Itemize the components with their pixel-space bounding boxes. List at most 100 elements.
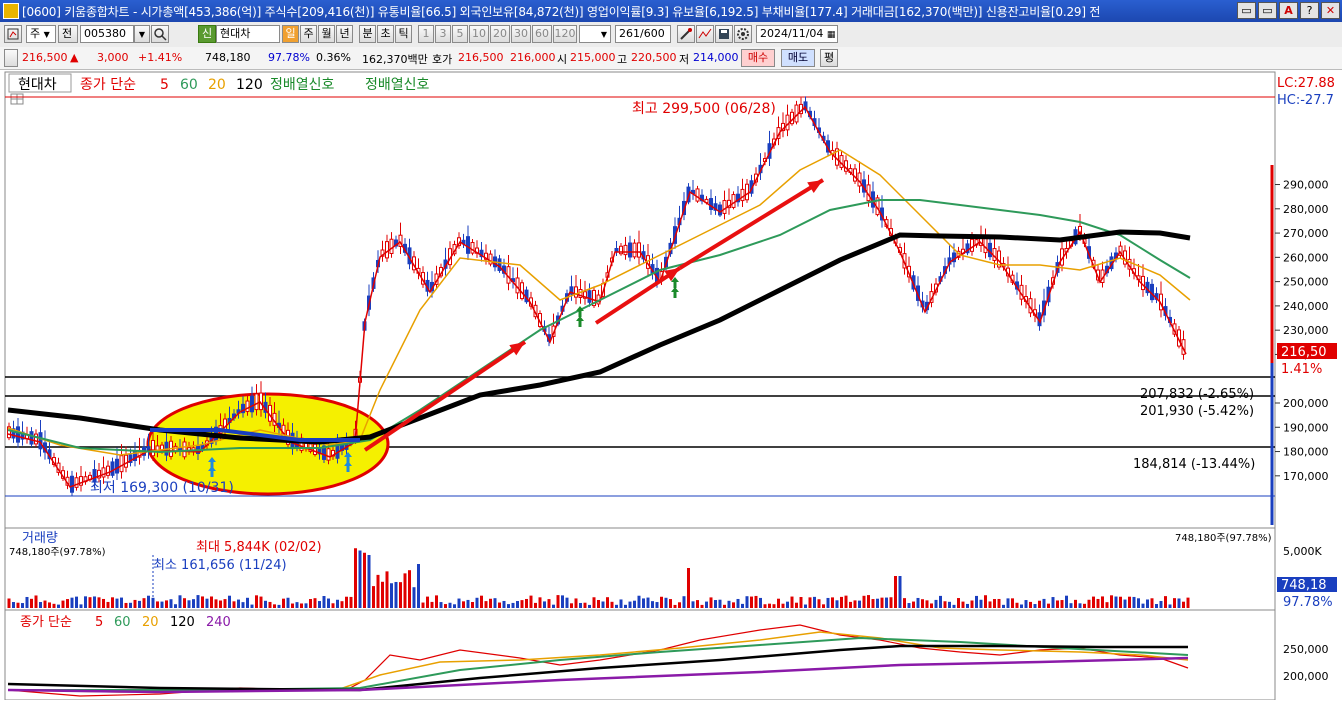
tile-button[interactable]: ▭ (1237, 2, 1256, 19)
level-label-3: 184,814 (-13.44%) (1133, 457, 1255, 472)
volume-bar (511, 602, 515, 608)
volume-bar (538, 597, 542, 608)
volume-bar (565, 597, 569, 608)
volume-bar (498, 602, 501, 608)
period-year-button[interactable]: 년 (336, 25, 353, 43)
date-field[interactable]: 2024/11/04 ▦ (756, 25, 838, 43)
y-tick-label: 240,000 (1283, 300, 1329, 313)
prev-button[interactable]: 전 (58, 25, 78, 43)
help-button[interactable]: ? (1300, 2, 1319, 19)
turnover-rate: 0.36% (316, 51, 351, 64)
volume-bar (592, 597, 596, 608)
y-tick-label: 170,000 (1283, 470, 1329, 483)
chart-area[interactable]: 현대차 종가 단순 5 60 20 120 정배열신호 정배열신호 LC:27.… (0, 70, 1342, 701)
volume-bar (1096, 598, 1100, 608)
interval-20-button[interactable]: 20 (490, 25, 510, 43)
volume-bar (376, 574, 380, 608)
volume-bar (318, 601, 321, 608)
period-second-button[interactable]: 초 (377, 25, 394, 43)
volume-bar (160, 601, 164, 608)
period-minute-button[interactable]: 분 (359, 25, 376, 43)
volume-bar (1006, 598, 1010, 608)
period-tick-button[interactable]: 틱 (395, 25, 412, 43)
evaluate-button[interactable]: 평 (820, 49, 838, 67)
restore-button[interactable]: ▭ (1258, 2, 1277, 19)
low-price: 214,000 (693, 51, 739, 64)
buy-signal-icon-stem (346, 466, 350, 472)
volume-bar (1177, 598, 1181, 608)
volume-bar (772, 604, 776, 608)
stock-code-input[interactable]: 005380 (80, 25, 134, 43)
price-chart-svg[interactable]: 현대차 종가 단순 5 60 20 120 정배열신호 정배열신호 LC:27.… (0, 70, 1342, 701)
interval-5-button[interactable]: 5 (452, 25, 468, 43)
volume-bar (583, 602, 587, 608)
search-icon[interactable] (151, 25, 169, 43)
tools-icon[interactable] (677, 25, 695, 43)
volume-bar (7, 598, 11, 608)
volume-bar (1069, 603, 1073, 608)
close-button[interactable]: ✕ (1321, 2, 1340, 19)
volume-bar (205, 598, 209, 608)
sell-button[interactable]: 매도 (781, 49, 815, 67)
font-button[interactable]: A (1279, 2, 1298, 19)
ma-panel (4, 609, 1276, 701)
volume-bar (394, 581, 398, 608)
volume-bar (417, 564, 420, 608)
low-annotation: 최저 169,300 (10/31) (90, 480, 234, 496)
interval-10-button[interactable]: 10 (469, 25, 489, 43)
candle-body (623, 244, 628, 256)
interval-60-button[interactable]: 60 (532, 25, 552, 43)
volume-bar (295, 602, 299, 608)
volume-bar (156, 601, 159, 608)
volume-bar (768, 603, 771, 608)
gear-icon[interactable] (734, 25, 752, 43)
volume-bar (1060, 600, 1064, 608)
volume-bar (412, 587, 416, 608)
candle-body (245, 400, 250, 412)
interval-30-button[interactable]: 30 (511, 25, 531, 43)
candle-body (119, 455, 124, 473)
buy-button[interactable]: 매수 (741, 49, 775, 67)
trade-amount: 162,370백만 (362, 53, 428, 66)
save-icon[interactable] (715, 25, 733, 43)
volume-bar (975, 595, 978, 608)
interval-3-button[interactable]: 3 (435, 25, 451, 43)
pin-icon[interactable] (4, 49, 18, 67)
interval-1-button[interactable]: 1 (418, 25, 434, 43)
volume-bar (340, 601, 344, 608)
volume-bar (966, 603, 969, 608)
interval-120-button[interactable]: 120 (553, 25, 577, 43)
candle-body (101, 467, 106, 478)
stock-name-field[interactable]: 현대차 (216, 25, 280, 43)
volume-bar (543, 601, 546, 608)
volume-bar (331, 603, 335, 608)
volume-bar (997, 598, 1001, 608)
chart-toolbar: 주 ▼ 전 005380 ▼ 신 현대차 일 주 월 년 분 초 틱 1 3 5… (0, 22, 1342, 48)
period-select[interactable]: 주 ▼ (26, 25, 56, 43)
ma5-label: 5 (160, 77, 169, 93)
candle-body (115, 458, 119, 474)
volume-bar (336, 599, 339, 608)
volume-right-label: 748,180주(97.78%) (1175, 533, 1272, 544)
volume-bar (403, 573, 407, 608)
chart-settings-icon[interactable] (4, 25, 22, 43)
volume-bar (642, 598, 645, 608)
volume-bar (678, 602, 681, 608)
volume-bar (88, 597, 92, 608)
period-week-button[interactable]: 주 (300, 25, 317, 43)
chevron-down-icon[interactable]: ▼ (134, 25, 150, 43)
volume-bar (1182, 601, 1185, 608)
candle-body (29, 431, 34, 445)
period-day-button[interactable]: 일 (282, 25, 299, 43)
volume-bar (781, 603, 785, 608)
period-month-button[interactable]: 월 (318, 25, 335, 43)
candle-body (34, 433, 38, 445)
volume-bar (948, 601, 951, 608)
candle-body (16, 426, 20, 443)
interval-dropdown[interactable]: ▼ (579, 25, 611, 43)
indicator-icon[interactable] (696, 25, 714, 43)
bar-count-field[interactable]: 261/600 (615, 25, 671, 43)
volume-bar (48, 602, 51, 608)
ask-label: 호가 (432, 53, 453, 66)
volume-bar (111, 597, 114, 608)
